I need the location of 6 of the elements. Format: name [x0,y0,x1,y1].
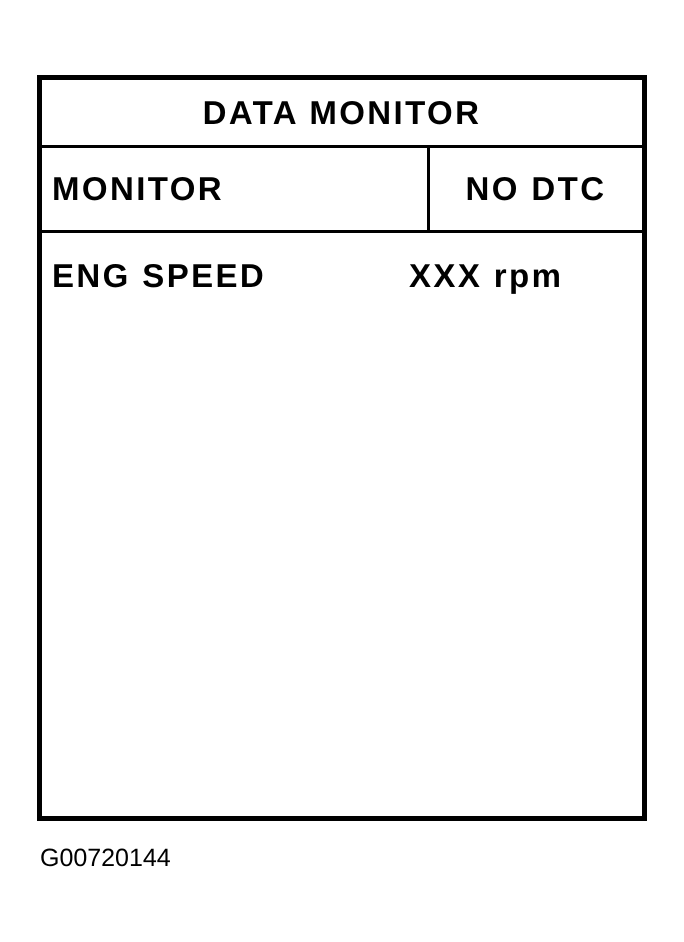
screen-title: DATA MONITOR [202,94,482,132]
mode-label: MONITOR [52,170,224,208]
dtc-status: NO DTC [466,170,606,208]
parameter-name: ENG SPEED [52,257,268,295]
parameter-value: XXX rpm [409,257,564,295]
figure-id: G00720144 [40,844,171,872]
